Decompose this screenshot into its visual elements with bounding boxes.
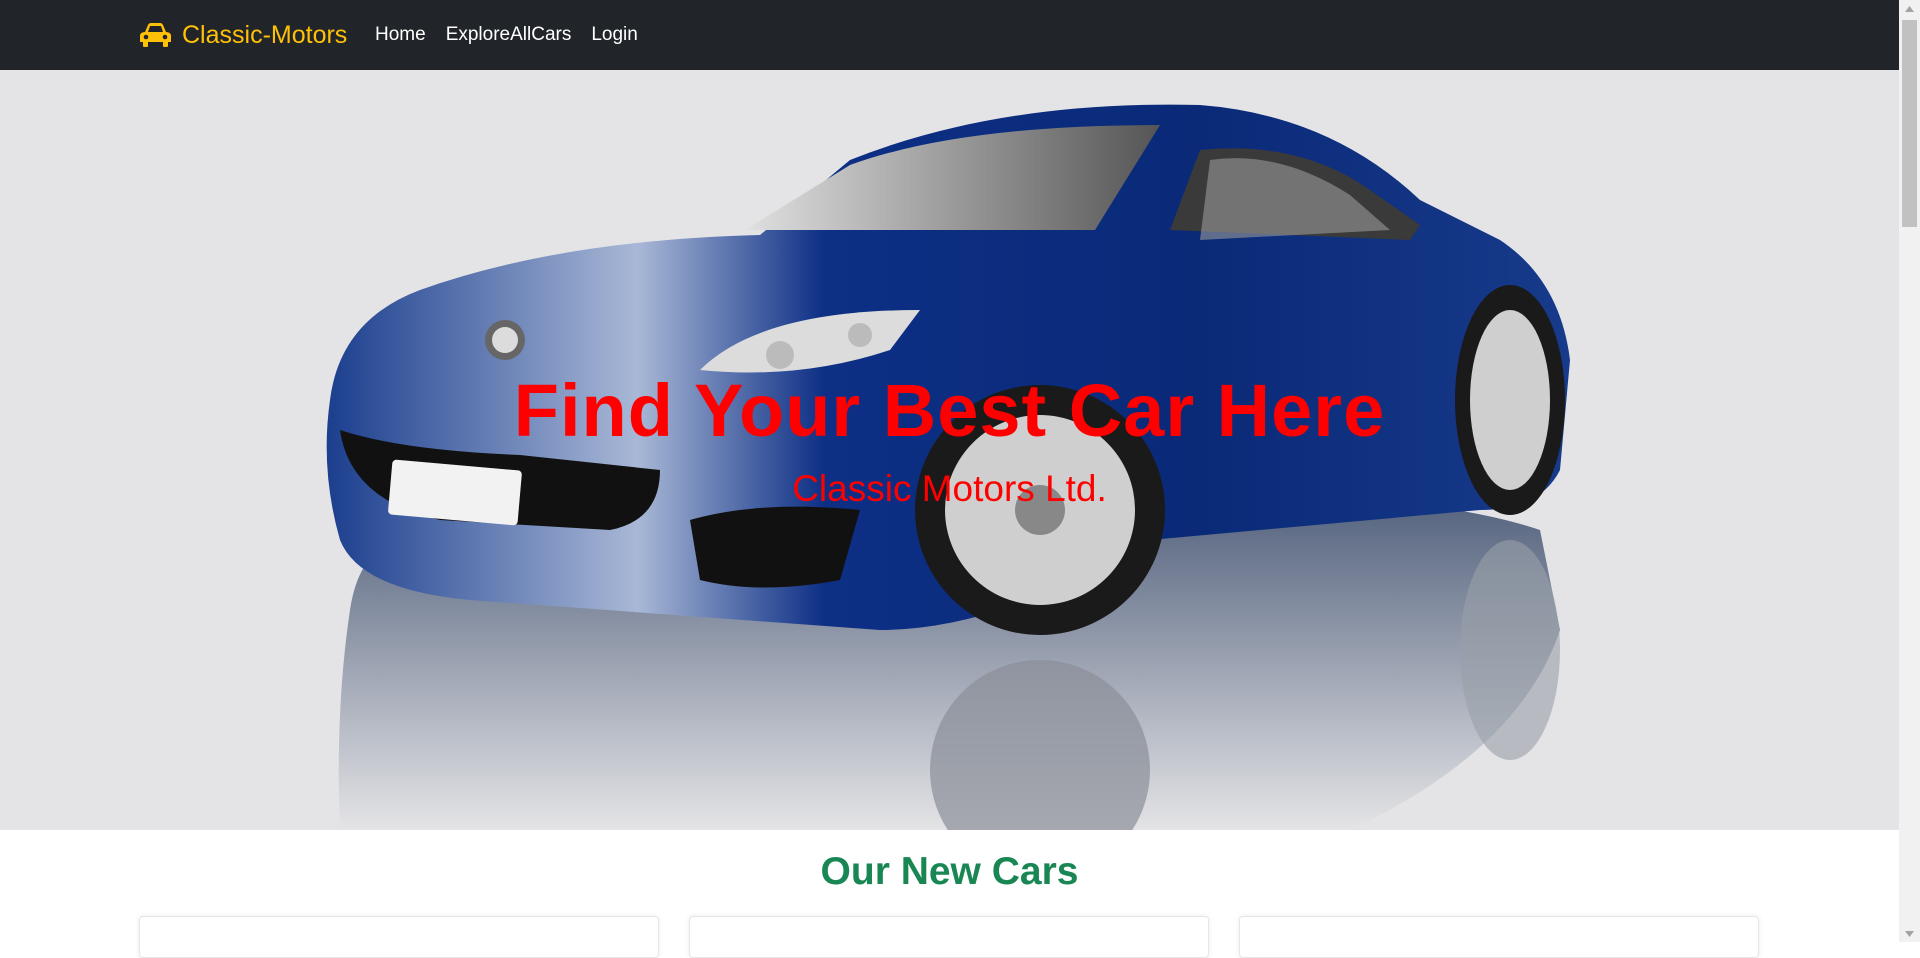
scroll-up-arrow-icon[interactable] [1899,0,1920,17]
hero-title: Find Your Best Car Here [513,369,1386,452]
nav-explore-all-cars[interactable]: ExploreAllCars [446,24,572,46]
scroll-down-arrow-icon[interactable] [1899,925,1920,942]
scrollbar[interactable] [1899,0,1920,942]
nav-home[interactable]: Home [375,24,426,46]
hero-banner: Find Your Best Car Here Classic Motors L… [0,70,1899,830]
navbar: Classic-Motors Home ExploreAllCars Login [0,0,1899,70]
car-card [689,916,1209,958]
car-card [139,916,659,958]
scroll-thumb[interactable] [1902,20,1917,227]
hero-subtitle: Classic Motors Ltd. [792,468,1107,509]
car-card [1239,916,1759,958]
car-icon [139,22,172,48]
nav-login[interactable]: Login [591,24,638,46]
section-title: Our New Cars [820,850,1079,893]
brand-link[interactable]: Classic-Motors [139,0,347,70]
brand-text: Classic-Motors [182,20,348,49]
nav-links: Home ExploreAllCars Login [375,0,638,70]
